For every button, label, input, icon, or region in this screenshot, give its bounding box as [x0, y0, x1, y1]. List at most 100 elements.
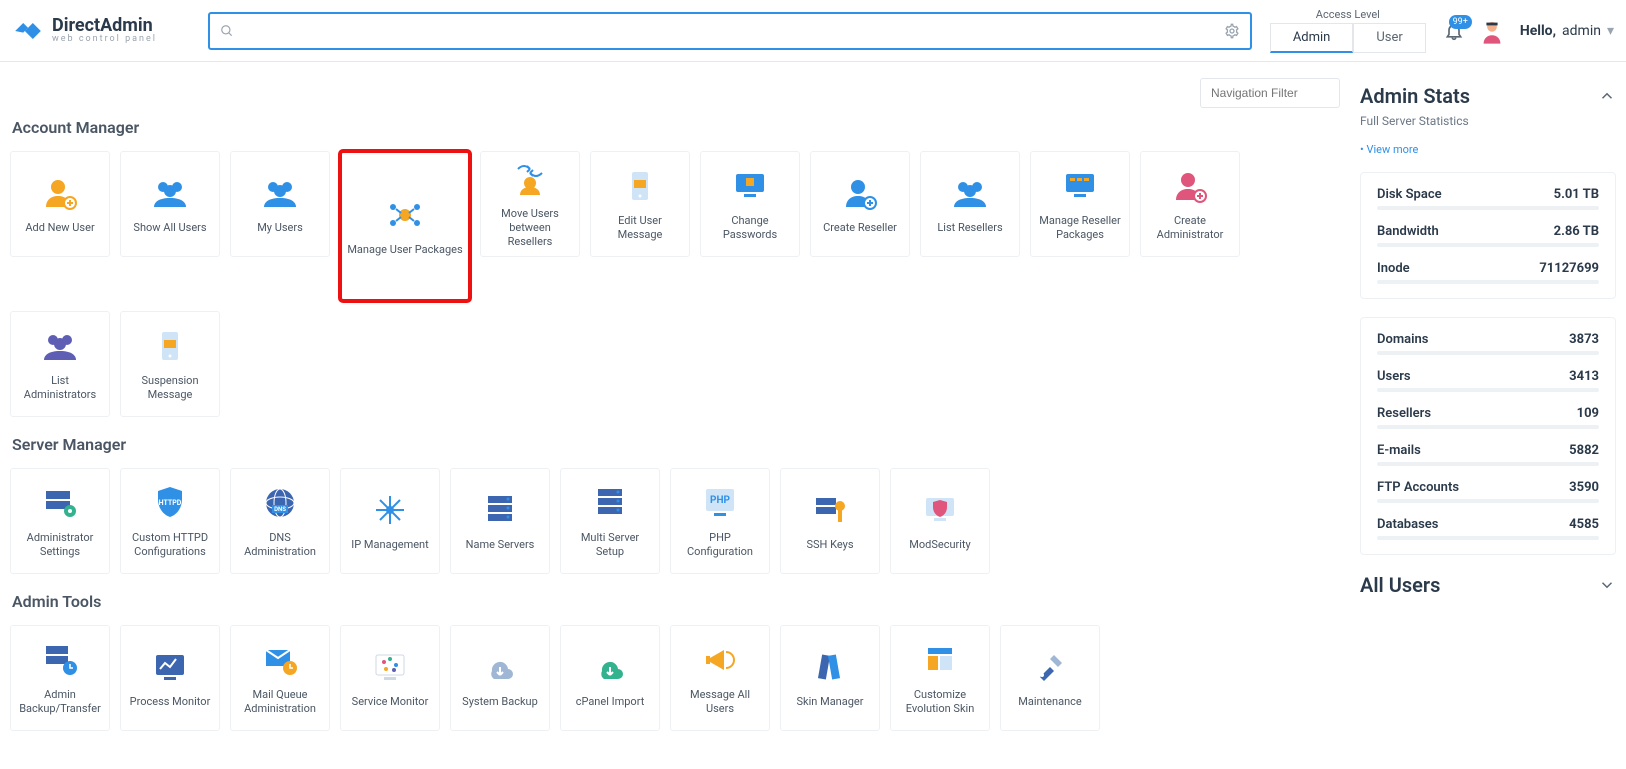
card-custom-httpd-configurations[interactable]: HTTPDCustom HTTPD Configurations	[120, 468, 220, 574]
access-level-title: Access Level	[1316, 8, 1380, 21]
card-process-monitor[interactable]: Process Monitor	[120, 625, 220, 731]
snowflake-icon	[370, 490, 410, 530]
card-manage-reseller-packages[interactable]: Manage Reseller Packages	[1030, 151, 1130, 257]
users-icon	[150, 173, 190, 213]
svg-text:DNS: DNS	[274, 506, 286, 513]
card-label: Move Users between Resellers	[487, 207, 573, 250]
stat-bar	[1377, 351, 1599, 355]
user-menu[interactable]: Hello, admin ▾	[1520, 23, 1614, 39]
card-label: Mail Queue Administration	[237, 688, 323, 717]
gear-icon[interactable]	[1224, 23, 1240, 39]
users-icon	[950, 173, 990, 213]
phone-msg-icon	[620, 166, 660, 206]
admin-stats-header[interactable]: Admin Stats	[1360, 84, 1616, 108]
stat-bar	[1377, 499, 1599, 503]
card-manage-user-packages[interactable]: Manage User Packages	[340, 151, 470, 301]
card-label: Change Passwords	[707, 214, 793, 243]
card-mail-queue-administration[interactable]: Mail Queue Administration	[230, 625, 330, 731]
shield-icon: HTTPD	[150, 483, 190, 523]
access-level: Access Level Admin User	[1268, 8, 1428, 53]
stat-value: 3873	[1569, 332, 1599, 347]
search-icon	[220, 24, 234, 38]
search-input[interactable]	[208, 12, 1252, 50]
monitor-lock-icon	[730, 166, 770, 206]
card-label: List Administrators	[17, 374, 103, 403]
stat-value: 109	[1577, 406, 1599, 421]
logo-icon	[12, 15, 44, 47]
megaphone-icon	[700, 640, 740, 680]
nodes-icon	[385, 195, 425, 235]
notifications-button[interactable]: 99+	[1444, 21, 1464, 41]
access-tab-user[interactable]: User	[1353, 23, 1425, 53]
card-label: IP Management	[351, 538, 428, 552]
card-edit-user-message[interactable]: Edit User Message	[590, 151, 690, 257]
stat-row: Inode 71127699	[1377, 261, 1599, 276]
card-customize-evolution-skin[interactable]: Customize Evolution Skin	[890, 625, 990, 731]
card-dns-administration[interactable]: DNS DNS Administration	[230, 468, 330, 574]
card-label: DNS Administration	[237, 531, 323, 560]
svg-text:HTTPD: HTTPD	[159, 499, 182, 507]
avatar-icon	[1478, 17, 1506, 45]
stat-name: Inode	[1377, 261, 1410, 276]
card-my-users[interactable]: My Users	[230, 151, 330, 257]
section-account-manager-grid: Add New UserShow All Users My Users Manage…	[10, 151, 1340, 417]
card-ip-management[interactable]: IP Management	[340, 468, 440, 574]
card-skin-manager[interactable]: Skin Manager	[780, 625, 880, 731]
card-list-resellers[interactable]: List Resellers	[920, 151, 1020, 257]
card-add-new-user[interactable]: Add New User	[10, 151, 110, 257]
card-show-all-users[interactable]: Show All Users	[120, 151, 220, 257]
chevron-down-icon: ▾	[1607, 23, 1614, 39]
card-multi-server-setup[interactable]: Multi Server Setup	[560, 468, 660, 574]
card-suspension-message[interactable]: Suspension Message	[120, 311, 220, 417]
palette-icon	[810, 647, 850, 687]
monitor-grid-icon	[1060, 166, 1100, 206]
all-users-title: All Users	[1360, 573, 1440, 597]
card-label: Customize Evolution Skin	[897, 688, 983, 717]
stat-value: 71127699	[1539, 261, 1599, 276]
stat-row: Databases4585	[1377, 517, 1599, 532]
card-modsecurity[interactable]: ModSecurity	[890, 468, 990, 574]
card-admin-backup-transfer[interactable]: Admin Backup/Transfer	[10, 625, 110, 731]
stat-name: Disk Space	[1377, 187, 1442, 202]
view-more-link[interactable]: • View more	[1360, 143, 1418, 156]
stat-bar	[1377, 462, 1599, 466]
navigation-filter-input[interactable]	[1200, 78, 1340, 108]
card-list-administrators[interactable]: List Administrators	[10, 311, 110, 417]
card-php-configuration[interactable]: PHPPHP Configuration	[670, 468, 770, 574]
card-label: My Users	[257, 221, 303, 235]
card-change-passwords[interactable]: Change Passwords	[700, 151, 800, 257]
card-service-monitor[interactable]: Service Monitor	[340, 625, 440, 731]
stat-value: 3590	[1569, 480, 1599, 495]
access-tab-admin[interactable]: Admin	[1270, 23, 1354, 53]
stat-bar	[1377, 243, 1599, 247]
mail-clock-icon	[260, 640, 300, 680]
logo[interactable]: DirectAdmin web control panel	[12, 15, 192, 47]
stat-row: Disk Space5.01 TB	[1377, 187, 1599, 202]
card-message-all-users[interactable]: Message All Users	[670, 625, 770, 731]
stat-bar	[1377, 536, 1599, 540]
stat-bar	[1377, 388, 1599, 392]
card-system-backup[interactable]: System Backup	[450, 625, 550, 731]
card-create-administrator[interactable]: Create Administrator	[1140, 151, 1240, 257]
card-move-users-between-resellers[interactable]: Move Users between Resellers	[480, 151, 580, 257]
stat-value: 4585	[1569, 517, 1599, 532]
card-label: Suspension Message	[127, 374, 213, 403]
servers-icon	[590, 483, 630, 523]
card-administrator-settings[interactable]: Administrator Settings	[10, 468, 110, 574]
card-label: PHP Configuration	[677, 531, 763, 560]
all-users-header[interactable]: All Users	[1360, 573, 1616, 597]
header: DirectAdmin web control panel Access Lev…	[0, 0, 1626, 62]
card-maintenance[interactable]: Maintenance	[1000, 625, 1100, 731]
stat-row: Domains3873	[1377, 332, 1599, 347]
card-create-reseller[interactable]: Create Reseller	[810, 151, 910, 257]
stat-bar	[1377, 206, 1599, 210]
admin-stats-title: Admin Stats	[1360, 84, 1470, 108]
search-wrap	[208, 12, 1252, 50]
card-cpanel-import[interactable]: cPanel Import	[560, 625, 660, 731]
card-label: List Resellers	[937, 221, 1002, 235]
card-label: Manage User Packages	[347, 243, 462, 257]
card-name-servers[interactable]: Name Servers	[450, 468, 550, 574]
section-admin-tools-title: Admin Tools	[12, 592, 1340, 611]
globe-dns-icon: DNS	[260, 483, 300, 523]
card-ssh-keys[interactable]: SSH Keys	[780, 468, 880, 574]
